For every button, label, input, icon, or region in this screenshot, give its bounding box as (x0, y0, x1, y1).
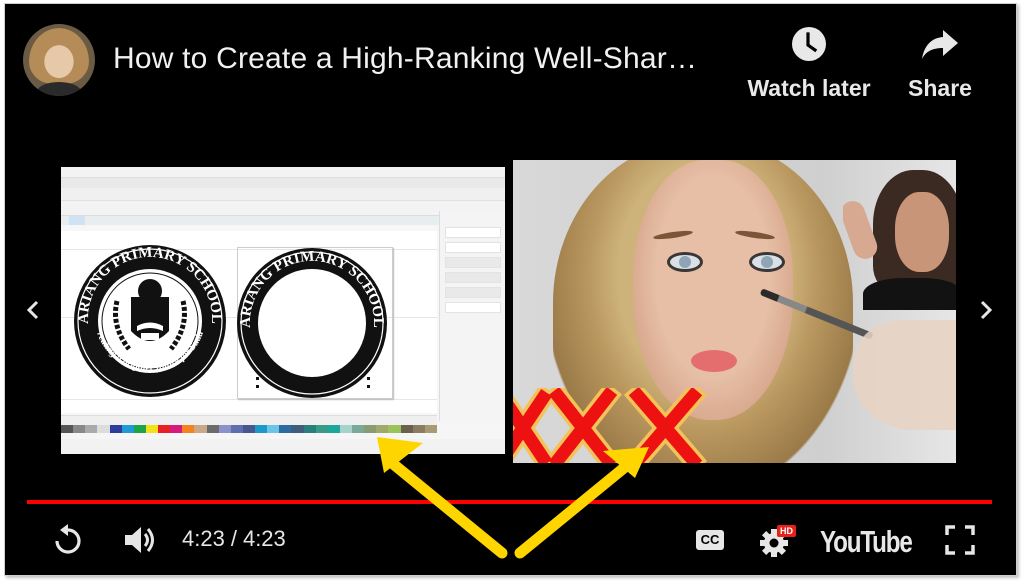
volume-button[interactable] (120, 520, 160, 560)
app-menubar (61, 178, 505, 188)
eye-right (749, 252, 785, 272)
channel-avatar[interactable] (23, 24, 95, 96)
hand (853, 320, 956, 430)
red-x-marks (513, 388, 708, 463)
share-button[interactable]: Share (905, 26, 975, 102)
captions-button[interactable]: CC (692, 520, 728, 560)
share-label: Share (908, 75, 972, 101)
time-display: 4:23 / 4:23 (182, 524, 286, 554)
replay-icon (55, 524, 81, 554)
video-title[interactable]: How to Create a High-Ranking Well-Shar… (113, 42, 723, 76)
app-titlebar (61, 167, 505, 178)
app-statusbar (61, 439, 505, 454)
watch-later-label: Watch later (747, 75, 871, 101)
color-palette (61, 425, 437, 433)
settings-button[interactable]: HD (756, 520, 802, 560)
fullscreen-icon (945, 525, 975, 555)
fullscreen-button[interactable] (942, 520, 978, 560)
related-video-thumbnail-left[interactable]: ARIANG PRIMARY SCHOOL Creating a brighte… (61, 167, 505, 454)
chevron-left-icon (26, 300, 39, 320)
progress-fill (27, 500, 992, 504)
volume-icon (125, 527, 154, 553)
next-button[interactable] (974, 293, 998, 327)
share-arrow-icon (920, 26, 960, 67)
current-time: 4:23 (182, 526, 225, 551)
app-toolbar (61, 188, 505, 201)
page-navigator (61, 415, 437, 425)
inset-person (843, 170, 956, 310)
lips (691, 350, 737, 372)
time-separator: / (230, 526, 237, 551)
eye-left (667, 252, 703, 272)
replay-button[interactable] (50, 520, 86, 560)
previous-button[interactable] (21, 293, 45, 327)
cc-icon: CC (695, 530, 725, 550)
youtube-logo[interactable]: YouTube (820, 522, 913, 562)
progress-bar[interactable] (27, 500, 992, 504)
duration: 4:23 (242, 526, 286, 551)
avatar-face (29, 28, 89, 84)
school-logo-in-progress: ARIANG PRIMARY SCHOOL (237, 248, 387, 398)
clock-icon (791, 26, 827, 67)
hd-badge: HD (777, 525, 796, 537)
school-logos: ARIANG PRIMARY SCHOOL Creating a brighte… (61, 231, 387, 398)
design-canvas: ARIANG PRIMARY SCHOOL Creating a brighte… (61, 231, 437, 413)
chevron-right-icon (980, 300, 993, 320)
watch-later-button[interactable]: Watch later (742, 26, 876, 102)
object-properties-panel (439, 211, 505, 421)
school-logo-complete: ARIANG PRIMARY SCHOOL Creating a brighte… (61, 231, 226, 397)
avatar-shirt (37, 82, 81, 96)
related-video-thumbnail-right[interactable] (513, 160, 956, 463)
